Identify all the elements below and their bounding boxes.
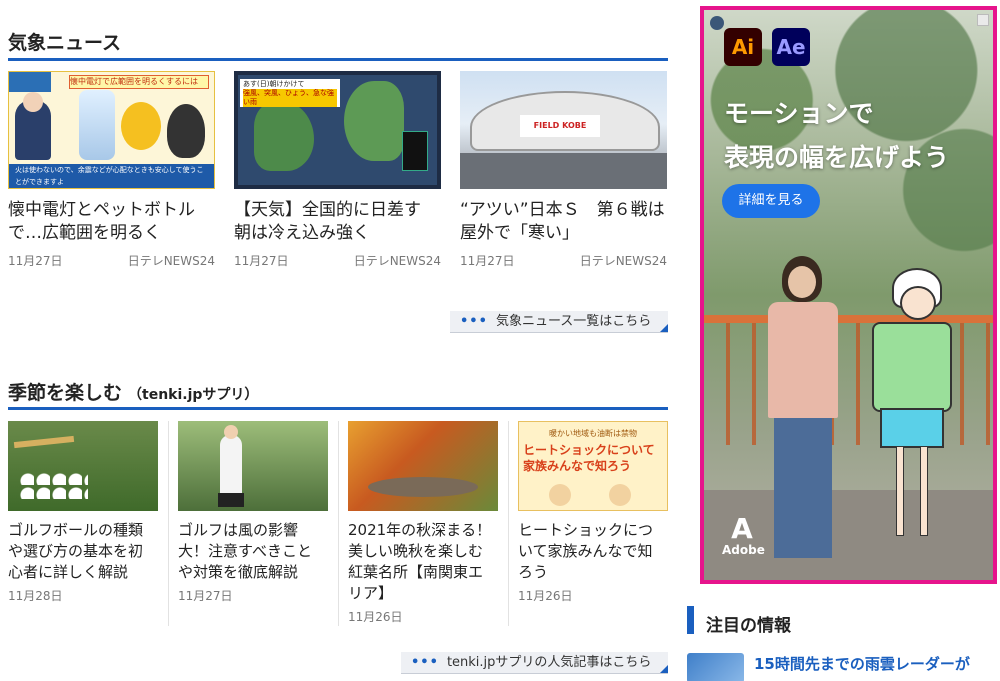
- ad-person: [768, 302, 838, 418]
- news-source: 日テレNEWS24: [579, 254, 667, 268]
- ad-character: [920, 446, 928, 536]
- corner-arrow-icon: [660, 665, 668, 673]
- news-thumbnail[interactable]: あす(日)朝けかけて 強風、突風、ひょう、急な強い雨: [234, 71, 441, 189]
- seasonal-date: 11月28日: [8, 589, 63, 603]
- section-rule: [8, 407, 668, 410]
- dots-icon: •••: [460, 314, 488, 329]
- thumb-text: FIELD KOBE: [520, 115, 600, 137]
- news-date: 11月27日: [8, 254, 63, 268]
- divider: [168, 421, 169, 626]
- section-rule: [8, 58, 668, 61]
- ad-person: [788, 266, 816, 298]
- ad-character: [880, 408, 944, 448]
- news-title[interactable]: 懐中電灯とペットボトル で…広範囲を明るく: [8, 199, 215, 245]
- corner-arrow-icon: [660, 324, 668, 332]
- seasonal-title[interactable]: ヒートショックにつ いて家族みんなで知 ろう: [518, 520, 668, 583]
- dots-icon: •••: [411, 655, 439, 670]
- thumb-text: 暖かい地域も油断は禁物: [549, 429, 637, 438]
- thumb-text: 家族みんなで知ろう: [523, 459, 632, 473]
- thumb-caption: 火は使わないので、余震などが心配なときも安心して使うことができますよ: [9, 164, 214, 188]
- weather-news-more-link[interactable]: ••• 気象ニュース一覧はこちら: [450, 311, 668, 333]
- shield-icon[interactable]: [710, 16, 724, 30]
- news-title[interactable]: “アツい”日本Ｓ 第６戦は 屋外で「寒い」: [460, 199, 667, 245]
- thumb-text: あす(日)朝けかけて: [243, 80, 305, 88]
- after-effects-logo-icon: Ae: [772, 28, 810, 66]
- ad-headline: モーションで 表現の幅を広げよう: [724, 99, 950, 172]
- news-source: 日テレNEWS24: [353, 254, 441, 268]
- seasonal-title[interactable]: ゴルフは風の影響 大！注意すべきこと や対策を徹底解説: [178, 520, 328, 583]
- news-date: 11月27日: [234, 254, 289, 268]
- ad-character: [872, 322, 952, 412]
- attention-heading: 注目の情報: [706, 616, 791, 636]
- news-card-3[interactable]: FIELD KOBE “アツい”日本Ｓ 第６戦は 屋外で「寒い」 11月27日 …: [460, 71, 667, 271]
- ad-character: [900, 286, 936, 320]
- seasonal-thumbnail[interactable]: [348, 421, 498, 511]
- ad-details-button[interactable]: 詳細を見る: [722, 184, 820, 218]
- seasonal-date: 11月26日: [518, 589, 573, 603]
- seasonal-thumbnail[interactable]: [8, 421, 158, 511]
- ad-choices-icon[interactable]: [977, 14, 989, 26]
- news-card-1[interactable]: 懐中電灯で広範囲を明るくするには 火は使わないので、余震などが心配なときも安心し…: [8, 71, 215, 271]
- news-thumbnail[interactable]: FIELD KOBE: [460, 71, 667, 189]
- seasonal-card-2[interactable]: ゴルフは風の影響 大！注意すべきこと や対策を徹底解説 11月27日: [178, 421, 328, 621]
- thumb-text: ヒートショックについて: [523, 443, 655, 457]
- seasonal-more-link[interactable]: ••• tenki.jpサプリの人気記事はこちら: [401, 652, 668, 674]
- divider: [508, 421, 509, 626]
- adobe-logo-icon: A Adobe: [722, 512, 765, 558]
- news-title[interactable]: 【天気】全国的に日差す 朝は冷え込み強く: [234, 199, 441, 245]
- seasonal-card-1[interactable]: ゴルフボールの種類 や選び方の基本を初 心者に詳しく解説 11月28日: [8, 421, 158, 621]
- divider: [338, 421, 339, 626]
- attention-link[interactable]: 15時間先までの雨雲レーダーが: [754, 653, 970, 675]
- attention-accent-bar: [687, 606, 694, 634]
- ad-character: [896, 446, 904, 536]
- thumb-text: 懐中電灯で広範囲を明るくするには: [69, 75, 209, 89]
- seasonal-thumbnail[interactable]: 暖かい地域も油断は禁物 ヒートショックについて 家族みんなで知ろう: [518, 421, 668, 511]
- news-card-2[interactable]: あす(日)朝けかけて 強風、突風、ひょう、急な強い雨 【天気】全国的に日差す 朝…: [234, 71, 441, 271]
- news-thumbnail[interactable]: 懐中電灯で広範囲を明るくするには 火は使わないので、余震などが心配なときも安心し…: [8, 71, 215, 189]
- seasonal-date: 11月26日: [348, 610, 403, 624]
- illustrator-logo-icon: Ai: [724, 28, 762, 66]
- advertisement-banner[interactable]: Ai Ae モーションで 表現の幅を広げよう 詳細を見る A Adobe: [700, 6, 997, 584]
- thumb-text: 強風、突風、ひょう、急な強い雨: [243, 89, 337, 107]
- ad-person: [774, 418, 832, 558]
- seasonal-thumbnail[interactable]: [178, 421, 328, 511]
- seasonal-title[interactable]: ゴルフボールの種類 や選び方の基本を初 心者に詳しく解説: [8, 520, 158, 583]
- seasonal-title[interactable]: 2021年の秋深まる！ 美しい晩秋を楽しむ 紅葉名所【南関東エ リア】: [348, 520, 498, 604]
- seasonal-date: 11月27日: [178, 589, 233, 603]
- news-date: 11月27日: [460, 254, 515, 268]
- news-source: 日テレNEWS24: [127, 254, 215, 268]
- attention-thumbnail[interactable]: [687, 653, 744, 681]
- weather-news-heading: 気象ニュース: [8, 32, 122, 54]
- seasonal-card-4[interactable]: 暖かい地域も油断は禁物 ヒートショックについて 家族みんなで知ろう ヒートショッ…: [518, 421, 668, 621]
- seasonal-card-3[interactable]: 2021年の秋深まる！ 美しい晩秋を楽しむ 紅葉名所【南関東エ リア】 11月2…: [348, 421, 498, 624]
- seasonal-heading: 季節を楽しむ （tenki.jpサプリ）: [8, 382, 259, 404]
